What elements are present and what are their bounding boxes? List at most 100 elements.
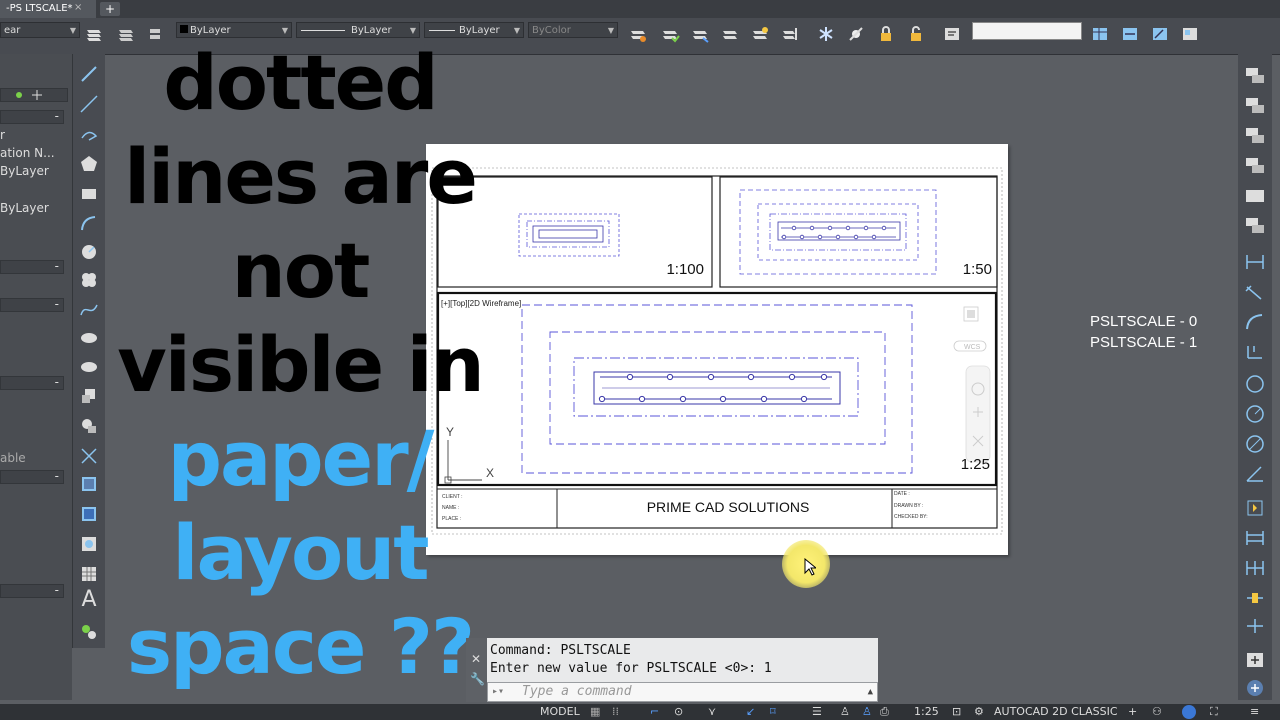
plotstyle-dropdown[interactable]: ByColor ▼ <box>528 22 618 38</box>
close-icon[interactable]: ✕ <box>471 652 481 666</box>
spell-check-icon[interactable] <box>1244 186 1266 206</box>
mleader-style-icon[interactable] <box>1150 24 1170 44</box>
palette-section-header[interactable]: - <box>0 297 64 312</box>
workspace-switch[interactable]: AUTOCAD 2D CLASSIC <box>994 704 1118 720</box>
palette-row-value[interactable]: ByLayer <box>0 201 49 215</box>
palette-section-header[interactable]: - <box>0 259 64 274</box>
linear-dim-icon[interactable] <box>1244 252 1266 272</box>
region-icon[interactable] <box>79 534 99 554</box>
snap-icon[interactable]: ⁞⁞ <box>612 704 619 720</box>
layer-off-icon[interactable] <box>846 24 866 44</box>
scale-options-icon[interactable]: ⊡ <box>952 704 961 720</box>
object-snap-icon[interactable]: ⌑ <box>770 704 776 720</box>
palette-row-value[interactable]: ByLayer <box>0 164 49 178</box>
annotation-visibility-icon[interactable]: ♙ <box>840 704 850 720</box>
insert-block-icon[interactable] <box>79 386 99 406</box>
polyline-icon[interactable] <box>79 124 99 144</box>
layer-isolate-icon[interactable] <box>628 24 648 44</box>
collapse-icon[interactable]: - <box>55 583 59 597</box>
lineweight-toggle-icon[interactable]: ☰ <box>812 704 822 720</box>
collapse-icon[interactable]: - <box>55 259 59 273</box>
diameter-dim-icon[interactable] <box>1244 434 1266 454</box>
isolate-objects-icon[interactable]: ⚇ <box>1152 704 1162 720</box>
multileader-icon[interactable] <box>1180 24 1200 44</box>
center-mark-icon[interactable] <box>1244 616 1266 636</box>
zoom-plus-icon[interactable] <box>1244 678 1266 698</box>
angular-dim-icon[interactable] <box>1244 464 1266 484</box>
arc-icon[interactable] <box>79 214 99 234</box>
palette-section-header[interactable]: - <box>0 375 64 390</box>
chevron-up-icon[interactable]: ▲ <box>868 683 873 701</box>
command-prompt-icon[interactable]: ▸▾ <box>492 683 504 701</box>
annotation-scale[interactable]: 1:25 <box>914 704 939 720</box>
layer-freeze-icon[interactable] <box>816 24 836 44</box>
mirror-icon[interactable] <box>1244 96 1266 116</box>
layer-states-icon[interactable] <box>84 24 104 44</box>
layer-unlock-icon[interactable] <box>906 24 926 44</box>
collapse-icon[interactable]: - <box>55 297 59 311</box>
radius-dim-icon[interactable] <box>1244 374 1266 394</box>
offset-icon[interactable] <box>1244 126 1266 146</box>
tolerance-icon[interactable] <box>1244 588 1266 608</box>
command-line-grip[interactable]: ✕ 🔧 <box>466 638 487 702</box>
gear-icon[interactable]: ⚙ <box>974 704 984 720</box>
wrench-icon[interactable]: 🔧 <box>470 672 485 686</box>
text-edit-icon[interactable] <box>1244 216 1266 236</box>
ordinate-dim-icon[interactable] <box>1244 342 1266 362</box>
table-style-icon[interactable] <box>1090 24 1110 44</box>
dim-edit-icon[interactable] <box>1244 650 1266 670</box>
ortho-icon[interactable]: ⌐ <box>650 704 659 720</box>
revision-cloud-icon[interactable] <box>79 270 99 290</box>
new-tab-button[interactable]: + <box>100 2 120 16</box>
palette-section-header[interactable]: - <box>0 469 64 484</box>
plus-icon[interactable]: + <box>1128 704 1137 720</box>
layout-paper-sheet[interactable]: 1:100 1:50 [+][Top][2D Wireframe] WCS 1:… <box>426 144 1008 555</box>
clean-screen-icon[interactable]: ⛶ <box>1210 704 1218 720</box>
auto-scale-icon[interactable]: ♙ <box>862 704 872 720</box>
aligned-dim-icon[interactable] <box>1244 282 1266 302</box>
spline-icon[interactable] <box>79 300 99 320</box>
isodraft-icon[interactable]: ⋎ <box>708 704 716 720</box>
text-search-input[interactable] <box>972 22 1082 40</box>
tab-close-icon[interactable]: × <box>74 2 82 13</box>
baseline-dim-icon[interactable] <box>1244 528 1266 548</box>
add-selected-icon[interactable] <box>79 622 99 642</box>
command-input[interactable]: ▸▾ Type a command ▲ <box>487 682 878 702</box>
arc-length-icon[interactable] <box>1244 312 1266 332</box>
array-icon[interactable] <box>1244 156 1266 176</box>
construction-line-icon[interactable] <box>79 94 99 114</box>
text-style-icon[interactable] <box>942 24 962 44</box>
model-space-toggle[interactable]: MODEL <box>540 704 580 720</box>
lock-ui-icon[interactable]: ⎙ <box>880 704 889 720</box>
make-block-icon[interactable] <box>79 416 99 436</box>
quick-select-icon[interactable] <box>32 90 42 100</box>
object-snap-tracking-icon[interactable]: ↙ <box>746 704 755 720</box>
ellipse-icon[interactable] <box>79 328 99 348</box>
quick-dim-icon[interactable] <box>1244 498 1266 518</box>
gradient-icon[interactable] <box>79 504 99 524</box>
jogged-dim-icon[interactable] <box>1244 404 1266 424</box>
layer-change-icon[interactable] <box>720 24 740 44</box>
palette-section-header[interactable]: - <box>0 583 64 598</box>
layer-merge-icon[interactable] <box>780 24 800 44</box>
dim-style-icon[interactable] <box>1120 24 1140 44</box>
hardware-acceleration-icon[interactable] <box>1182 705 1196 719</box>
line-icon[interactable] <box>79 64 99 84</box>
polar-tracking-icon[interactable]: ⊙ <box>674 704 683 720</box>
copy-icon[interactable] <box>1244 66 1266 86</box>
layer-lock-icon[interactable] <box>876 24 896 44</box>
layer-unisolate-icon[interactable] <box>660 24 680 44</box>
point-icon[interactable] <box>79 446 99 466</box>
grid-icon[interactable]: ▦ <box>590 704 600 720</box>
select-objects-icon[interactable] <box>14 90 24 100</box>
ellipse-arc-icon[interactable] <box>79 356 99 376</box>
layer-match-icon[interactable] <box>690 24 710 44</box>
layer-dropdown[interactable]: ear ▼ <box>0 22 80 38</box>
continue-dim-icon[interactable] <box>1244 558 1266 578</box>
menu-icon[interactable]: ≡ <box>1250 704 1259 720</box>
multiline-text-icon[interactable]: A <box>79 589 99 611</box>
rectangle-icon[interactable] <box>79 184 99 204</box>
hatch-icon[interactable] <box>79 474 99 494</box>
circle-icon[interactable] <box>79 242 99 262</box>
collapse-icon[interactable]: - <box>55 375 59 389</box>
